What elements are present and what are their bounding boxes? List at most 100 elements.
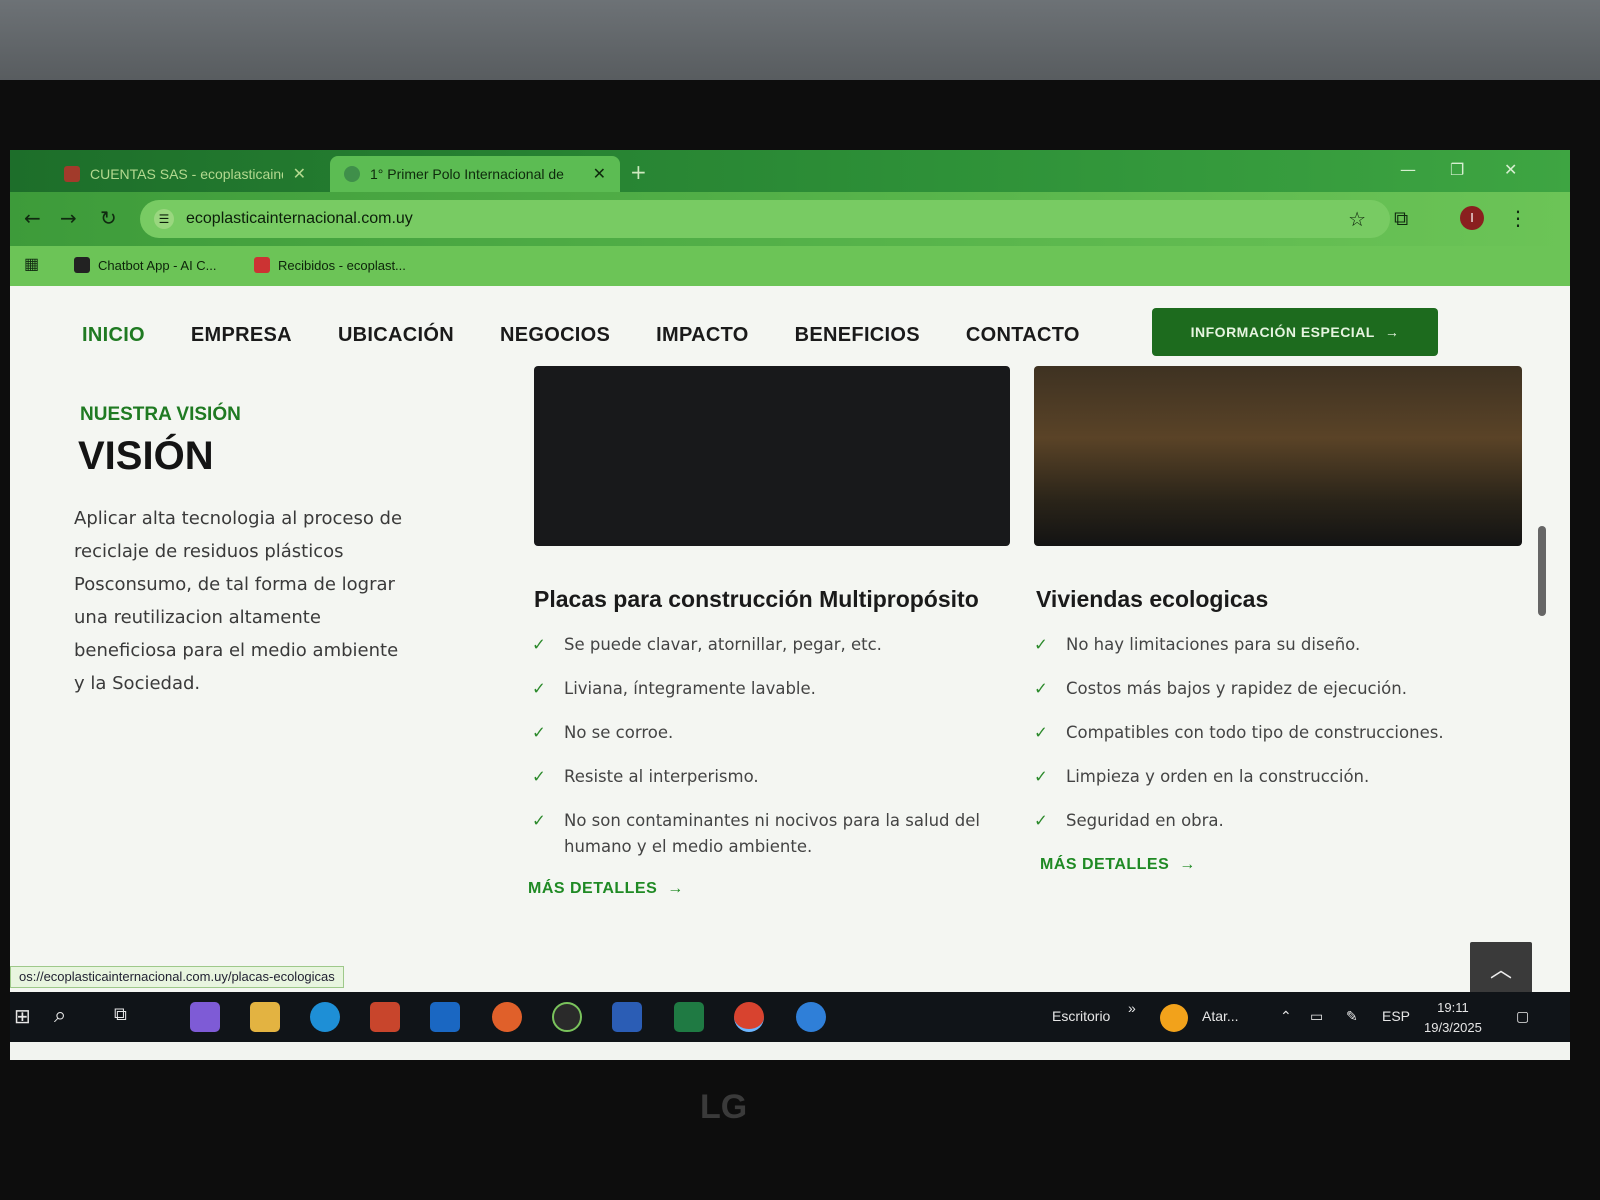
gmail-icon [254, 257, 270, 273]
card-title-viviendas: Viviendas ecologicas [1036, 586, 1269, 612]
feature-text: No se corroe. [564, 723, 674, 742]
system-clock[interactable]: 19:11 19/3/2025 [1424, 998, 1482, 1038]
check-icon: ✓ [532, 811, 546, 830]
search-icon[interactable]: ⌕ [54, 1002, 66, 1028]
nav-contacto[interactable]: CONTACTO [966, 324, 1080, 347]
bookmark-label: Recibidos - ecoplast... [278, 257, 406, 273]
clock-time: 19:11 [1437, 1000, 1469, 1015]
vision-eyebrow: NUESTRA VISIÓN [80, 404, 241, 425]
chatbot-icon [74, 257, 90, 273]
word-icon[interactable] [612, 1002, 642, 1032]
weather-text[interactable]: Atar... [1202, 1008, 1239, 1024]
powerpoint-icon[interactable] [370, 1002, 400, 1032]
apps-grid-icon[interactable]: ▦ [24, 254, 39, 274]
browser-tabbar: CUENTAS SAS - ecoplasticaind... ✕ 1° Pri… [10, 150, 1570, 192]
url-text: ecoplasticainternacional.com.uy [186, 210, 413, 227]
windows-taskbar: ⊞ ⌕ ⧉ Escritorio » Atar... ⌃ ▭ ✎ ESP 19:… [10, 992, 1570, 1042]
back-icon[interactable]: ← [24, 206, 41, 230]
bookmark-chatbot[interactable]: Chatbot App - AI C... [74, 257, 217, 273]
forward-icon[interactable]: → [60, 206, 77, 230]
mas-detalles-placas-link[interactable]: MÁS DETALLES → [528, 880, 684, 898]
address-bar[interactable]: ☰ ecoplasticainternacional.com.uy ☆ [140, 200, 1390, 238]
language-indicator[interactable]: ESP [1382, 1008, 1410, 1024]
notifications-icon[interactable]: ▢ [1516, 1008, 1529, 1025]
gmail-favicon-icon [64, 166, 80, 182]
outlook-icon[interactable] [430, 1002, 460, 1032]
list-item: ✓ Compatibles con todo tipo de construcci… [1034, 720, 1514, 746]
list-item: ✓ Limpieza y orden en la construcción. [1034, 764, 1514, 790]
extensions-icon[interactable]: ⧉ [1394, 206, 1408, 230]
chevron-up-icon[interactable]: ⌃ [1280, 1008, 1292, 1025]
nav-inicio[interactable]: INICIO [82, 324, 145, 347]
start-icon[interactable]: ⊞ [14, 1004, 31, 1029]
monitor-screen: CUENTAS SAS - ecoplasticaind... ✕ 1° Pri… [10, 150, 1570, 1060]
new-tab-button[interactable]: + [630, 160, 647, 184]
tab-polo-internacional[interactable]: 1° Primer Polo Internacional de ✕ [330, 156, 620, 192]
feature-text: Liviana, íntegramente lavable. [564, 679, 816, 698]
browser-toolbar: ← → ↻ ☰ ecoplasticainternacional.com.uy … [10, 192, 1570, 246]
tab-close-icon[interactable]: ✕ [293, 164, 306, 184]
vision-title: VISIÓN [78, 434, 214, 478]
check-icon: ✓ [1034, 811, 1048, 830]
list-item: ✓ No son contaminantes ni nocivos para la… [532, 808, 1002, 860]
list-item: ✓ Seguridad en obra. [1034, 808, 1514, 834]
tab-title: 1° Primer Polo Internacional de [370, 166, 564, 182]
bookmark-label: Chatbot App - AI C... [98, 257, 217, 273]
nav-negocios[interactable]: NEGOCIOS [500, 324, 610, 347]
bookmark-star-icon[interactable]: ☆ [1348, 207, 1366, 232]
nav-empresa[interactable]: EMPRESA [191, 324, 292, 347]
list-item: ✓ No se corroe. [532, 720, 1002, 746]
edge-icon[interactable] [310, 1002, 340, 1032]
reload-icon[interactable]: ↻ [100, 206, 117, 230]
nav-impacto[interactable]: IMPACTO [656, 324, 748, 347]
list-item: ✓ Resiste al interperismo. [532, 764, 1002, 790]
web-page: INICIO EMPRESA UBICACIÓN NEGOCIOS IMPACT… [10, 286, 1570, 996]
site-info-icon[interactable]: ☰ [154, 209, 174, 229]
main-nav: INICIO EMPRESA UBICACIÓN NEGOCIOS IMPACT… [82, 324, 1080, 347]
close-window-icon[interactable]: ✕ [1504, 160, 1517, 179]
feature-text: Costos más bajos y rapidez de ejecución. [1066, 679, 1407, 698]
menu-kebab-icon[interactable]: ⋮ [1508, 206, 1528, 230]
chrome-icon[interactable] [734, 1002, 764, 1032]
vision-text: Aplicar alta tecnologia al proceso de re… [74, 508, 403, 694]
link-label: MÁS DETALLES [528, 880, 658, 897]
pen-icon[interactable]: ✎ [1346, 1008, 1358, 1025]
chevron-right-icon[interactable]: » [1128, 1000, 1136, 1016]
bookmark-recibidos[interactable]: Recibidos - ecoplast... [254, 257, 406, 273]
feature-text: No hay limitaciones para su diseño. [1066, 635, 1361, 654]
placas-image [534, 366, 1010, 546]
feature-text: Seguridad en obra. [1066, 811, 1224, 830]
viviendas-image [1034, 366, 1522, 546]
file-explorer-icon[interactable] [250, 1002, 280, 1032]
link-label: MÁS DETALLES [1040, 856, 1170, 873]
nav-ubicacion[interactable]: UBICACIÓN [338, 324, 454, 347]
app-bubble-icon[interactable] [796, 1002, 826, 1032]
scroll-to-top-button[interactable]: ︿ [1470, 942, 1532, 994]
desktop-label[interactable]: Escritorio [1052, 1008, 1110, 1024]
arrow-right-icon: → [667, 880, 684, 897]
site-favicon-icon [344, 166, 360, 182]
informacion-especial-button[interactable]: INFORMACIÓN ESPECIAL → [1152, 308, 1438, 356]
list-item: ✓ No hay limitaciones para su diseño. [1034, 632, 1514, 658]
page-scrollbar[interactable] [1538, 526, 1546, 616]
tab-cuentas[interactable]: CUENTAS SAS - ecoplasticaind... ✕ [50, 156, 320, 192]
weather-icon [1160, 1004, 1188, 1032]
copilot-icon[interactable] [190, 1002, 220, 1032]
task-view-icon[interactable]: ⧉ [114, 1004, 127, 1025]
viviendas-features-list: ✓ No hay limitaciones para su diseño. ✓ Co… [1034, 632, 1514, 852]
maximize-icon[interactable]: ❐ [1450, 160, 1464, 179]
mas-detalles-viviendas-link[interactable]: MÁS DETALLES → [1040, 856, 1196, 874]
card-title-placas: Placas para construcción Multipropósito [534, 586, 979, 612]
app-icon[interactable] [552, 1002, 582, 1032]
profile-avatar[interactable]: I [1460, 206, 1484, 230]
minimize-icon[interactable]: — [1400, 160, 1416, 179]
excel-icon[interactable] [674, 1002, 704, 1032]
check-icon: ✓ [532, 723, 546, 742]
check-icon: ✓ [532, 635, 546, 654]
feature-text: Limpieza y orden en la construcción. [1066, 767, 1370, 786]
firefox-icon[interactable] [492, 1002, 522, 1032]
network-icon[interactable]: ▭ [1310, 1008, 1323, 1025]
check-icon: ✓ [532, 679, 546, 698]
tab-close-icon[interactable]: ✕ [593, 164, 606, 184]
nav-beneficios[interactable]: BENEFICIOS [795, 324, 920, 347]
